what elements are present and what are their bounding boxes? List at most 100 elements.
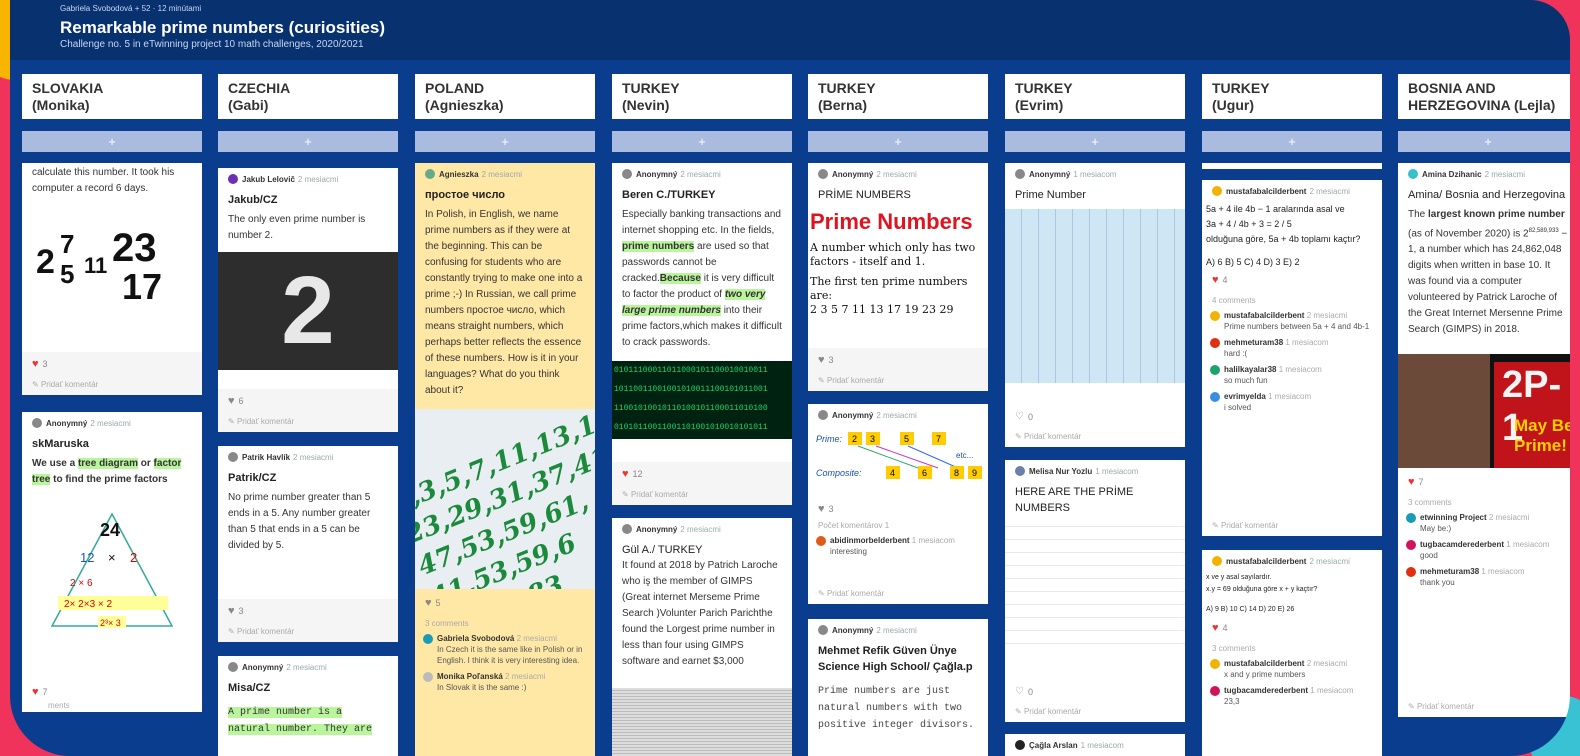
post-author: Anonymný <box>46 418 88 428</box>
avatar <box>1212 186 1222 196</box>
heart-icon[interactable]: ♥ <box>32 358 39 370</box>
heart-icon[interactable]: ♥ <box>818 503 825 515</box>
add-comment-link[interactable]: ✎ Pridať komentár <box>1015 432 1175 441</box>
add-post-button[interactable]: + <box>1005 131 1185 152</box>
post-card[interactable]: Anonymný 2 mesiacmi Gül A./ TURKEY It fou… <box>612 518 792 756</box>
post-time: 2 mesiacmi <box>286 662 327 672</box>
comment: tugbacamderederbent 1 mesiacom good <box>1398 534 1570 561</box>
heart-icon[interactable]: ♥ <box>32 686 39 698</box>
column-title: TURKEY <box>622 80 680 96</box>
svg-text:3: 3 <box>870 434 875 444</box>
add-comment-link[interactable]: ✎ Pridať komentár <box>1212 521 1372 530</box>
post-card[interactable]: mustafabalcilderbent 2 mesiacmi x ve y as… <box>1202 550 1382 756</box>
add-comment-link[interactable]: ✎ Pridať komentár <box>622 490 782 499</box>
add-comment-link[interactable]: ✎ Pridať komentár <box>1408 702 1568 711</box>
post-card[interactable]: calculate this number. It took his compu… <box>22 163 202 395</box>
add-comment-link[interactable]: ✎ Pridať komentár <box>818 376 978 385</box>
post-card[interactable]: Anonymný 1 mesiacom Prime Number ♡ 0 ✎ Pri… <box>1005 163 1185 447</box>
post-author: Anonymný <box>242 662 284 672</box>
add-post-button[interactable]: + <box>218 131 398 152</box>
post-author: mustafabalcilderbent <box>1226 186 1307 196</box>
post-text: calculate this number. It took his compu… <box>32 167 175 194</box>
column-header[interactable]: TURKEY (Ugur) <box>1202 74 1382 119</box>
post-card[interactable]: mustafabalcilderbent 2 mesiacmi 5a + 4 il… <box>1202 180 1382 536</box>
post-card[interactable]: Patrik Havlík 2 mesiacmi Patrik/CZ No pri… <box>218 446 398 642</box>
post-time: 2 mesiacmi <box>876 410 917 420</box>
add-post-button[interactable]: + <box>808 131 988 152</box>
post-card[interactable]: Amina Dzihanic 2 mesiacmi Amina/ Bosnia a… <box>1398 163 1570 717</box>
heart-icon[interactable]: ♡ <box>1015 411 1024 422</box>
svg-text:2 × 6: 2 × 6 <box>70 578 93 589</box>
post-card[interactable]: Melisa Nur Yozlu 1 mesiacom HERE ARE THE … <box>1005 460 1185 722</box>
add-comment-link[interactable]: ✎ Pridať komentár <box>228 627 388 636</box>
column-czechia: CZECHIA (Gabi) + Jakub Lelovič 2 mesiacmi… <box>218 74 398 756</box>
svg-text:Prime:: Prime: <box>816 434 843 444</box>
column-header[interactable]: TURKEY (Nevin) <box>612 74 792 119</box>
post-card[interactable]: Agnieszka 2 mesiacmi простое число In Pol… <box>415 163 595 756</box>
column-title: TURKEY <box>818 80 876 96</box>
avatar <box>1015 740 1025 750</box>
post-card[interactable]: Anonymný 2 mesiacmi Mehmet Refik Güven Ün… <box>808 619 988 756</box>
add-comment-link[interactable]: ✎ Pridať komentár <box>818 589 978 598</box>
post-title: Gül A./ TURKEY <box>622 544 703 556</box>
post-title: простое число <box>425 189 506 201</box>
avatar <box>228 452 238 462</box>
like-count: 4 <box>1222 623 1228 633</box>
heart-icon[interactable]: ♥ <box>818 354 825 366</box>
comments-count: 3 comments <box>425 619 469 628</box>
post-title: Misa/CZ <box>228 682 271 694</box>
board-meta: Gabriela Svobodová + 52 · 12 minútami <box>60 4 202 13</box>
post-card[interactable]: Anonymný 2 mesiacmi skMaruska We use a tr… <box>22 412 202 712</box>
heart-icon[interactable]: ♥ <box>425 597 432 609</box>
column-header[interactable]: TURKEY (Berna) <box>808 74 988 119</box>
column-subtitle: (Ugur) <box>1212 97 1254 113</box>
heart-icon[interactable]: ♥ <box>1408 476 1415 488</box>
post-card[interactable]: Anonymný 2 mesiacmi PRİME NUMBERS Prime N… <box>808 163 988 391</box>
heart-icon[interactable]: ♥ <box>1212 622 1219 634</box>
add-post-button[interactable]: + <box>415 131 595 152</box>
add-comment-link[interactable]: ✎ Pridať komentár <box>228 417 388 426</box>
post-title: HERE ARE THE PRİME NUMBERS <box>1015 486 1134 514</box>
column-header[interactable]: POLAND (Agnieszka) <box>415 74 595 119</box>
add-post-button[interactable]: + <box>22 131 202 152</box>
like-count: 6 <box>238 396 244 406</box>
post-author: Anonymný <box>636 524 678 534</box>
svg-text:5: 5 <box>60 259 74 289</box>
add-post-button[interactable]: + <box>612 131 792 152</box>
post-title: skMaruska <box>32 438 89 450</box>
column-title: TURKEY <box>1015 80 1073 96</box>
post-card[interactable]: Anonymný 2 mesiacmi Misa/CZ A prime numbe… <box>218 656 398 756</box>
post-text: In Polish, in English, we name prime num… <box>425 209 583 396</box>
post-author: Anonymný <box>1029 169 1071 179</box>
heart-icon[interactable]: ♥ <box>228 395 235 407</box>
column-title: BOSNIA AND <box>1408 80 1496 96</box>
column-header[interactable]: SLOVAKIA (Monika) <box>22 74 202 119</box>
heart-icon[interactable]: ♡ <box>1015 686 1024 697</box>
avatar <box>818 625 828 635</box>
svg-text:2× 2×3 × 2: 2× 2×3 × 2 <box>64 599 113 610</box>
post-card[interactable]: Jakub Lelovič 2 mesiacmi Jakub/CZ The onl… <box>218 168 398 432</box>
add-post-button[interactable]: + <box>1398 131 1570 152</box>
heart-icon[interactable]: ♥ <box>622 468 629 480</box>
post-author: Anonymný <box>832 625 874 635</box>
avatar <box>818 169 828 179</box>
heart-icon[interactable]: ♥ <box>228 605 235 617</box>
post-card[interactable]: Çağla Arslan 1 mesiacom <box>1005 734 1185 756</box>
post-time: 2 mesiacmi <box>297 174 339 184</box>
add-comment-link[interactable]: ✎ Pridať komentár <box>1015 707 1175 716</box>
post-author: Agnieszka <box>439 169 479 179</box>
post-card[interactable]: Anonymný 2 mesiacmi Prime: 2 3 5 7 etc...… <box>808 404 988 604</box>
avatar <box>622 169 632 179</box>
add-post-button[interactable]: + <box>1202 131 1382 152</box>
svg-text:6: 6 <box>922 468 927 478</box>
add-comment-link[interactable]: ✎ Pridať komentár <box>32 380 192 389</box>
comment: mustafabalcilderbent 2 mesiacmi x and y p… <box>1202 653 1382 680</box>
avatar <box>425 169 435 179</box>
column-header[interactable]: TURKEY (Evrim) <box>1005 74 1185 119</box>
column-header[interactable]: BOSNIA AND HERZEGOVINA (Lejla) <box>1398 74 1570 119</box>
column-header[interactable]: CZECHIA (Gabi) <box>218 74 398 119</box>
like-count: 3 <box>828 355 834 365</box>
post-card[interactable]: Anonymný 2 mesiacmi Beren C./TURKEY Espec… <box>612 163 792 505</box>
heart-icon[interactable]: ♥ <box>1212 274 1219 286</box>
like-count: 0 <box>1027 411 1033 422</box>
